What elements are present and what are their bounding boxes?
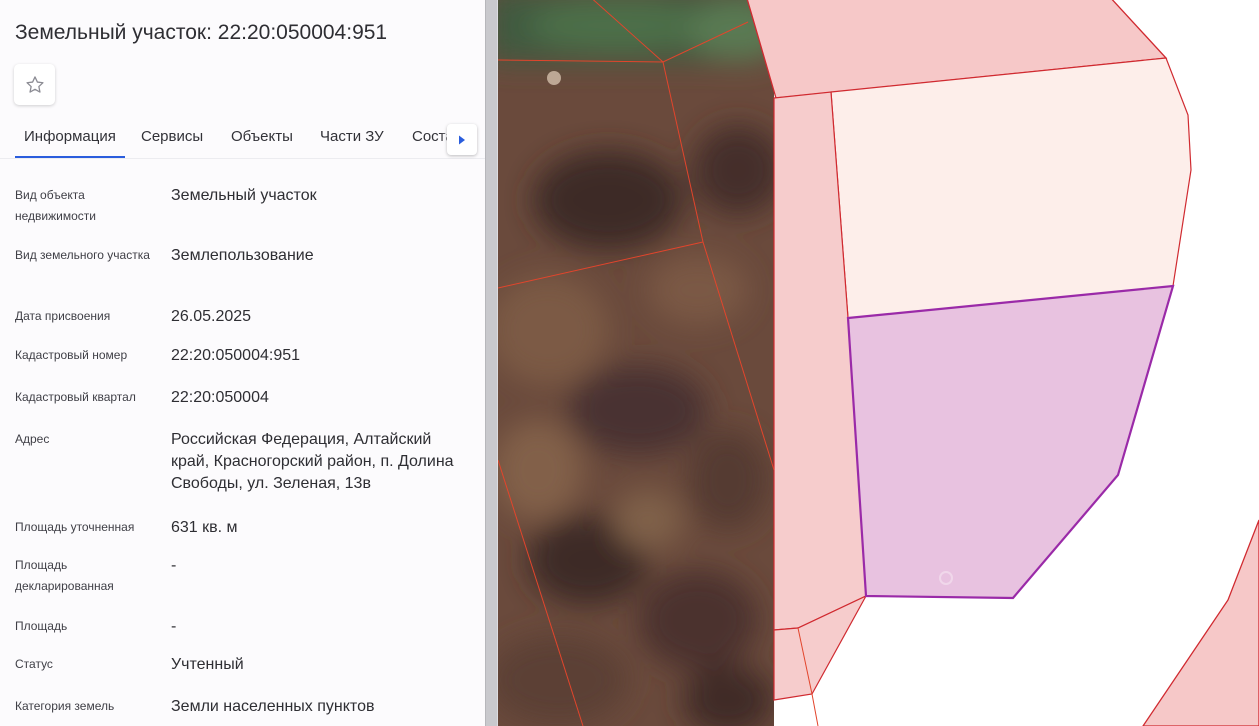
info-value: Землепользование: [171, 247, 314, 264]
star-icon: [25, 75, 44, 93]
tab-services[interactable]: Сервисы: [141, 128, 203, 145]
info-label: Площадь уточненная: [15, 520, 135, 534]
page-title: Земельный участок: 22:20:050004:951: [15, 21, 388, 44]
info-label: Дата присвоения: [15, 309, 111, 323]
parcel-adjacent-upper[interactable]: [830, 57, 1192, 319]
info-label: Кадастровый квартал: [15, 390, 136, 404]
info-label: Площадь декларированная: [15, 558, 114, 593]
tab-objects[interactable]: Объекты: [231, 128, 293, 145]
map-view[interactable]: [498, 0, 1259, 726]
info-value: -: [171, 557, 177, 574]
tab-parts[interactable]: Части ЗУ: [320, 128, 384, 145]
info-label: Вид земельного участка: [15, 248, 150, 262]
tab-information[interactable]: Информация: [15, 128, 125, 158]
info-value: Российская Федерация, Алтайский край, Кр…: [171, 431, 454, 492]
tabs-scroll-right-button[interactable]: [447, 124, 477, 155]
parcel-adjacent-right[interactable]: [1142, 519, 1259, 726]
info-label: Адрес: [15, 432, 50, 446]
info-value: 631 кв. м: [171, 519, 238, 536]
info-label: Кадастровый номер: [15, 348, 128, 362]
map-canvas[interactable]: [498, 0, 1259, 726]
satellite-layer: [498, 0, 774, 726]
info-label: Категория земель: [15, 699, 115, 713]
info-value: Земли населенных пунктов: [171, 698, 375, 715]
panel-resize-handle[interactable]: [485, 0, 498, 726]
info-label: Площадь: [15, 619, 68, 633]
info-value: Земельный участок: [171, 187, 317, 204]
info-value: 26.05.2025: [171, 308, 252, 325]
tab-bar: Информация Сервисы Объекты Части ЗУ Сост…: [0, 118, 485, 159]
info-value: -: [171, 618, 177, 635]
info-label: Вид объекта недвижимости: [15, 188, 96, 223]
info-value: Учтенный: [171, 656, 244, 673]
info-value: 22:20:050004: [171, 389, 269, 406]
info-value: 22:20:050004:951: [171, 347, 301, 364]
favorite-button[interactable]: [14, 64, 55, 105]
caret-right-icon: [459, 135, 465, 144]
selected-parcel[interactable]: [846, 284, 1175, 600]
info-panel: Земельный участок: 22:20:050004:951 Инфо…: [0, 0, 485, 726]
info-label: Статус: [15, 657, 53, 671]
